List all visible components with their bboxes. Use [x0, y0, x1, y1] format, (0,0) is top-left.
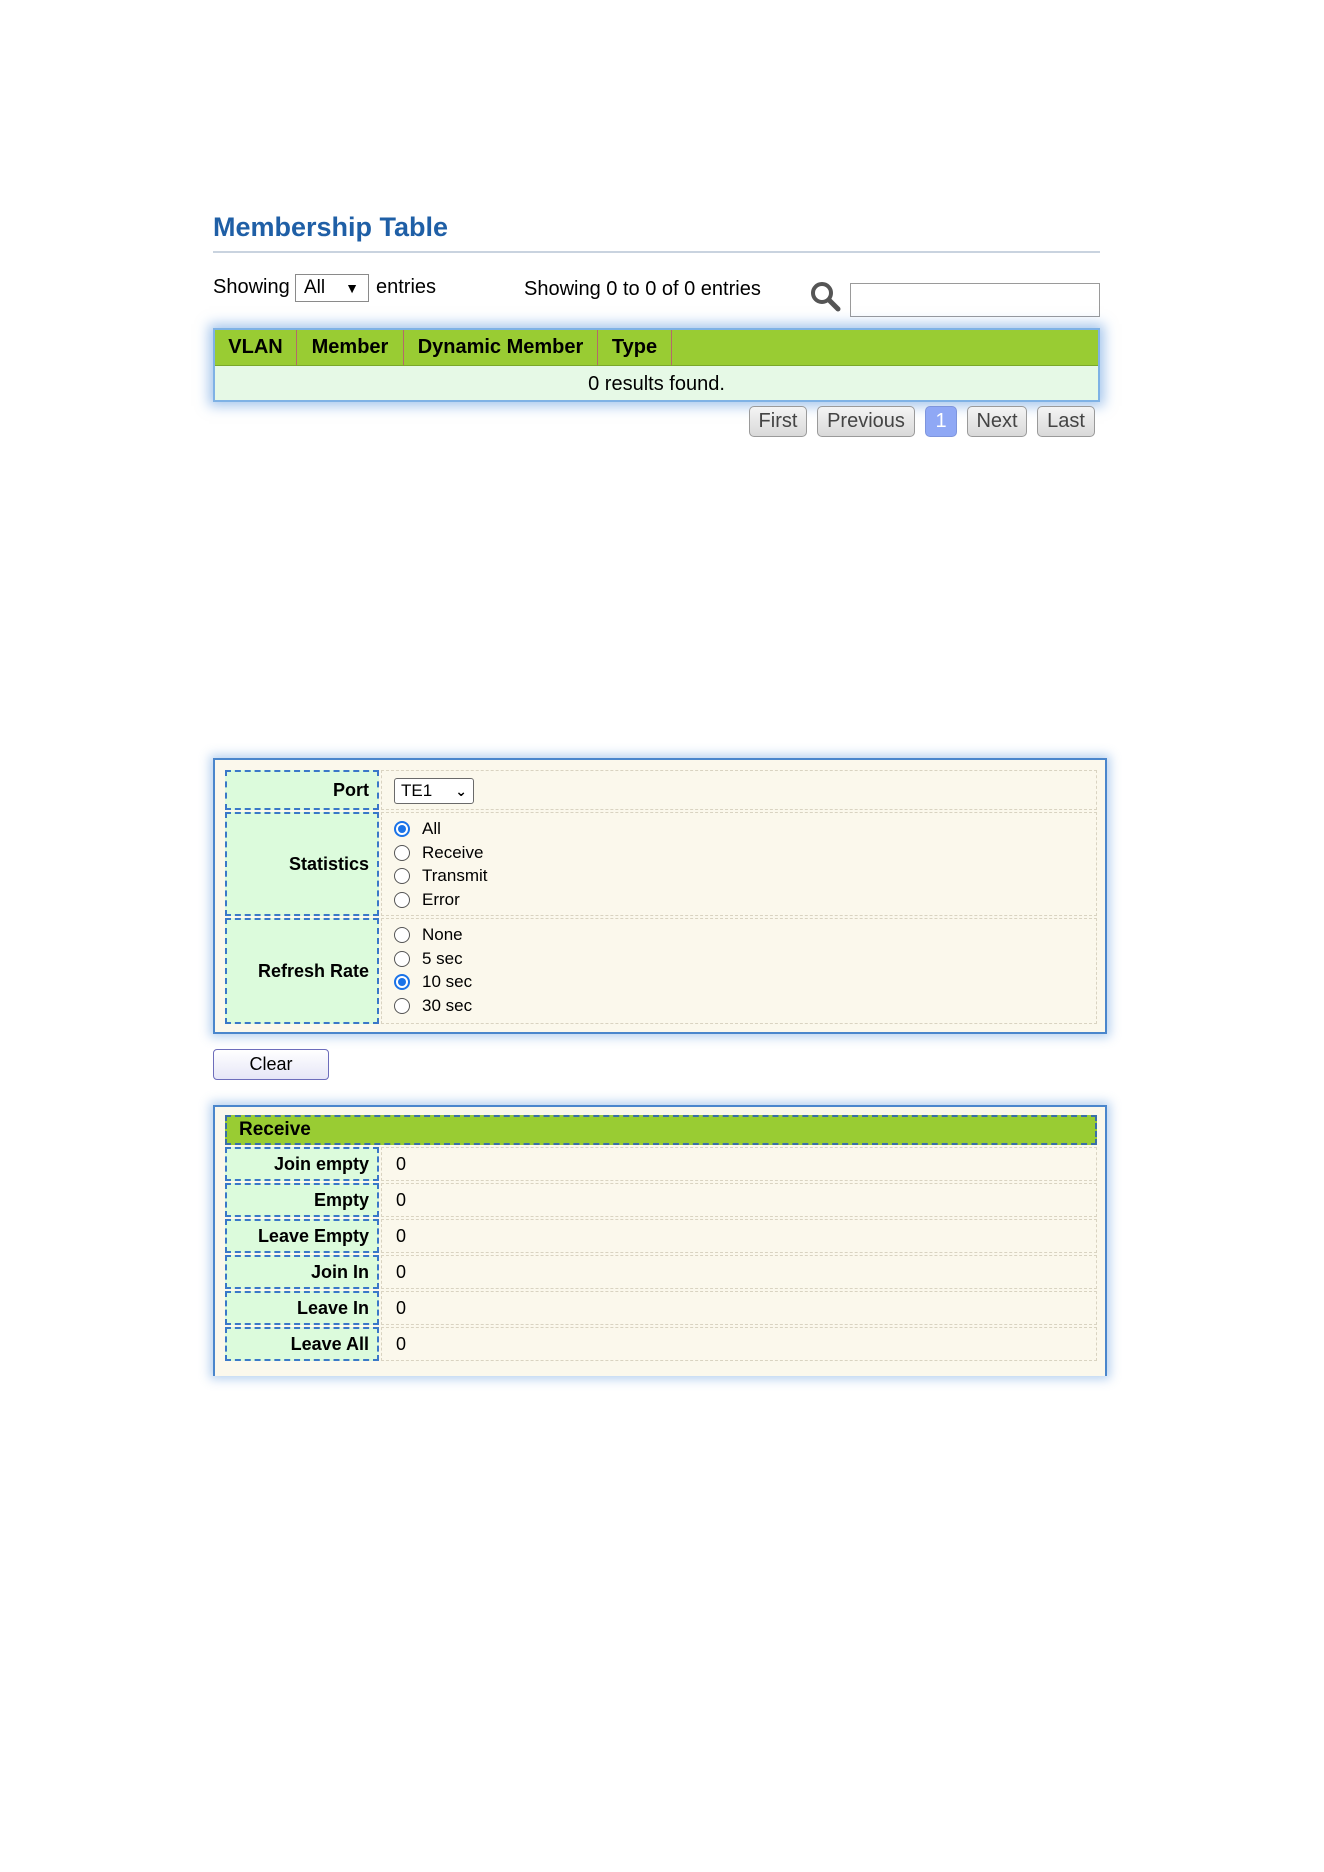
option-label: All — [422, 818, 441, 838]
title-divider — [213, 251, 1100, 253]
column-header-dynamic-member[interactable]: Dynamic Member — [404, 330, 598, 365]
join-empty-value-cell: 0 — [381, 1147, 1097, 1181]
radio-icon[interactable] — [394, 926, 410, 943]
entries-summary: Showing 0 to 0 of 0 entries — [524, 278, 761, 300]
statistics-option-receive[interactable]: Receive — [394, 841, 483, 864]
table-header: VLAN Member Dynamic Member Type — [215, 330, 1098, 366]
pager-last-button[interactable]: Last — [1037, 406, 1095, 437]
receive-header: Receive — [225, 1115, 1097, 1145]
statistics-options: All Receive Transmit Error — [381, 812, 1097, 916]
radio-checked-icon[interactable] — [394, 820, 410, 837]
entries-label: entries — [376, 276, 437, 298]
option-label: Error — [422, 889, 460, 909]
statistics-option-all[interactable]: All — [394, 817, 441, 840]
empty-value: 0 — [396, 1190, 407, 1210]
membership-table: VLAN Member Dynamic Member Type 0 result… — [213, 328, 1100, 402]
empty-value-cell: 0 — [381, 1183, 1097, 1217]
leave-empty-label-text: Leave Empty — [257, 1225, 369, 1246]
join-in-label: Join In — [225, 1255, 379, 1289]
column-header-member[interactable]: Member — [297, 330, 404, 365]
join-empty-value: 0 — [396, 1154, 407, 1174]
leave-all-label: Leave All — [225, 1327, 379, 1361]
join-in-value: 0 — [396, 1262, 407, 1282]
refresh-option-none[interactable]: None — [394, 923, 463, 946]
refresh-option-10-sec[interactable]: 10 sec — [394, 970, 472, 993]
port-label: Port — [225, 770, 379, 810]
showing-label: Showing — [213, 276, 290, 298]
join-in-value-cell: 0 — [381, 1255, 1097, 1289]
settings-panel: Port TE1 ⌄ Statistics All Receive Transm… — [213, 758, 1107, 1034]
pager-first-button[interactable]: First — [749, 406, 807, 437]
radio-icon[interactable] — [394, 997, 410, 1014]
leave-all-label-text: Leave All — [290, 1333, 369, 1354]
empty-label: Empty — [225, 1183, 379, 1217]
column-header-vlan[interactable]: VLAN — [215, 330, 297, 365]
column-header-type[interactable]: Type — [598, 330, 672, 365]
entries-select-value: All — [304, 277, 326, 298]
receive-panel: Receive Join empty 0 Empty 0 Leave Empty… — [213, 1105, 1107, 1376]
search-input[interactable] — [850, 283, 1100, 317]
refresh-rate-label: Refresh Rate — [225, 918, 379, 1024]
pager-page-1-button[interactable]: 1 — [925, 406, 957, 437]
entries-select[interactable]: All ▼ — [295, 274, 369, 302]
leave-in-value-cell: 0 — [381, 1291, 1097, 1325]
statistics-option-error[interactable]: Error — [394, 888, 460, 911]
radio-icon[interactable] — [394, 867, 410, 884]
refresh-option-5-sec[interactable]: 5 sec — [394, 947, 463, 970]
refresh-rate-label-text: Refresh Rate — [257, 960, 369, 981]
leave-all-value-cell: 0 — [381, 1327, 1097, 1361]
leave-in-label: Leave In — [225, 1291, 379, 1325]
leave-all-value: 0 — [396, 1334, 407, 1354]
radio-icon[interactable] — [394, 844, 410, 861]
clear-button[interactable]: Clear — [213, 1049, 329, 1080]
radio-icon[interactable] — [394, 950, 410, 967]
leave-in-label-text: Leave In — [296, 1297, 369, 1318]
port-select[interactable]: TE1 ⌄ — [394, 778, 474, 804]
option-label: 30 sec — [422, 995, 473, 1015]
port-label-text: Port — [333, 779, 369, 800]
statistics-label-text: Statistics — [288, 853, 369, 874]
radio-icon[interactable] — [394, 891, 410, 908]
port-select-value: TE1 — [401, 781, 433, 800]
search-icon[interactable] — [809, 280, 843, 314]
statistics-label: Statistics — [225, 812, 379, 916]
page-title: Membership Table — [213, 212, 449, 242]
pager-previous-button[interactable]: Previous — [817, 406, 915, 437]
leave-empty-value-cell: 0 — [381, 1219, 1097, 1253]
join-empty-label-text: Join empty — [273, 1153, 369, 1174]
join-empty-label: Join empty — [225, 1147, 379, 1181]
chevron-down-icon: ⌄ — [455, 783, 467, 799]
port-value-cell: TE1 ⌄ — [381, 770, 1097, 810]
leave-in-value: 0 — [396, 1298, 407, 1318]
option-label: 10 sec — [422, 971, 473, 991]
refresh-option-30-sec[interactable]: 30 sec — [394, 994, 472, 1017]
leave-empty-value: 0 — [396, 1226, 407, 1246]
leave-empty-label: Leave Empty — [225, 1219, 379, 1253]
option-label: 5 sec — [422, 948, 463, 968]
option-label: None — [422, 924, 463, 944]
empty-label-text: Empty — [313, 1189, 369, 1210]
empty-message: 0 results found. — [588, 373, 725, 395]
refresh-rate-options: None 5 sec 10 sec 30 sec — [381, 918, 1097, 1024]
option-label: Transmit — [422, 865, 488, 885]
statistics-option-transmit[interactable]: Transmit — [394, 864, 488, 887]
pager-next-button[interactable]: Next — [967, 406, 1027, 437]
option-label: Receive — [422, 842, 484, 862]
join-in-label-text: Join In — [311, 1261, 369, 1282]
dropdown-arrow-icon: ▼ — [345, 280, 359, 296]
radio-checked-icon[interactable] — [394, 973, 410, 990]
